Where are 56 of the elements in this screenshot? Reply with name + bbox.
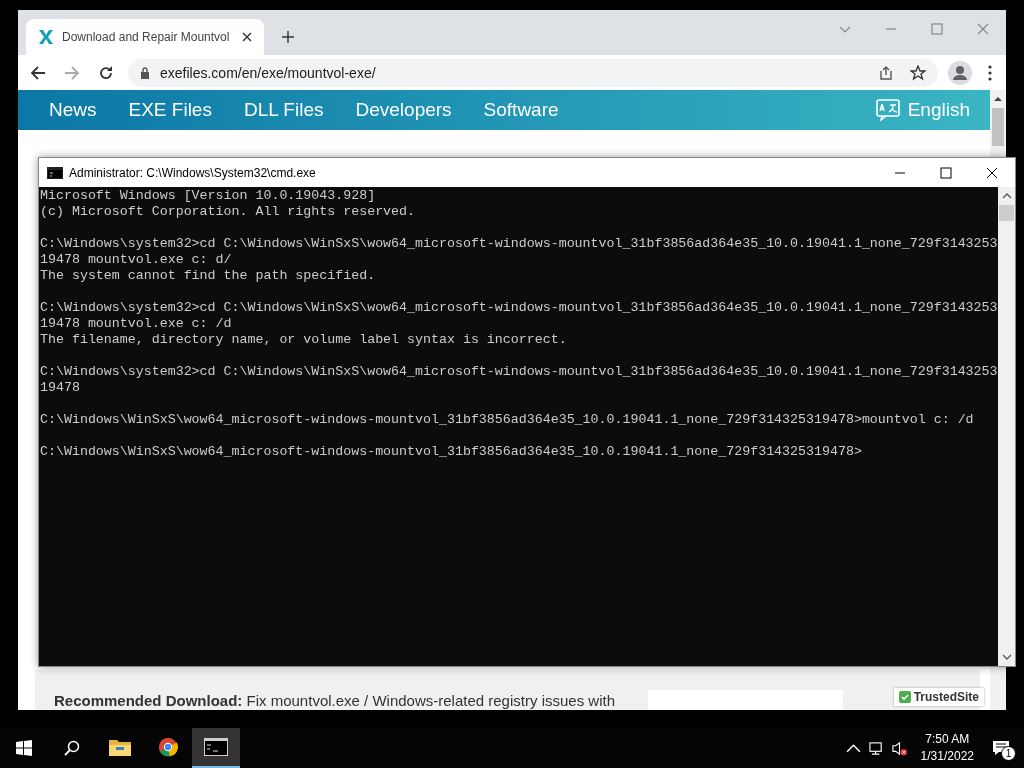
reload-icon[interactable] <box>98 64 114 81</box>
menu-icon[interactable] <box>988 64 992 81</box>
language-link[interactable]: English <box>907 99 970 121</box>
close-icon[interactable] <box>986 166 998 179</box>
scrollbar[interactable] <box>998 187 1015 666</box>
nav-link[interactable]: EXE Files <box>128 99 212 121</box>
console-line: C:\Windows\WinSxS\wow64_microsoft-windows-mountvol_31bf3856ad364e35_10.0.19041.1_none_729f314325319478> <box>40 444 863 460</box>
scroll-up-icon[interactable] <box>1001 193 1012 199</box>
nav-link[interactable]: Software <box>483 99 559 121</box>
console-line: (c) Microsoft Corporation. All rights reserved. <box>40 204 417 220</box>
console-line: C:\Windows\WinSxS\wow64_microsoft-windows-mountvol_31bf3856ad364e35_10.0.19041.1_none_729f314325319478>mountvol c: /d <box>40 412 975 428</box>
share-icon[interactable] <box>878 64 894 81</box>
back-icon[interactable] <box>30 64 46 81</box>
network-icon[interactable] <box>868 740 884 756</box>
console-icon <box>47 166 63 179</box>
scrollbar-thumb[interactable] <box>992 108 1004 146</box>
trust-badge[interactable]: TrustedSite <box>893 688 984 706</box>
console-line: C:\Windows\system32>cd C:\Windows\WinSxS\wow64_microsoft-windows-mountvol_31bf3856ad364e35_10.0.19041.1_none_729f3143253 <box>40 300 998 316</box>
browser-tab[interactable]: Download and Repair Mountvol <box>26 19 264 55</box>
console-icon <box>204 737 228 757</box>
new-tab-icon[interactable] <box>282 31 294 43</box>
console-line: 19478 <box>40 380 81 396</box>
maximize-icon[interactable] <box>940 166 952 179</box>
profile-icon[interactable] <box>948 60 972 85</box>
lock-icon <box>140 66 150 79</box>
clock-time[interactable]: 7:50 AM <box>925 731 970 748</box>
address-bar[interactable]: exefiles.com/en/exe/mountvol-exe/ <box>128 58 938 87</box>
scroll-down-icon[interactable] <box>1001 654 1012 660</box>
scrollbar-thumb[interactable] <box>999 205 1014 221</box>
close-icon[interactable] <box>242 32 252 42</box>
check-icon <box>898 691 911 703</box>
recommendation-text: Recommended Download: Fix mountvol.exe / Windows-related registry issues with <box>54 692 615 710</box>
console-line: C:\Windows\system32>cd C:\Windows\WinSxS\wow64_microsoft-windows-mountvol_31bf3856ad364e35_10.0.19041.1_none_729f3143253 <box>40 236 998 252</box>
volume-muted-icon[interactable] <box>891 740 907 756</box>
console-line: The system cannot find the path specified. <box>40 268 377 284</box>
browser-icon <box>156 737 180 757</box>
console-line: 19478 mountvol.exe c: d/ <box>40 252 233 268</box>
nav-link[interactable]: DLL Files <box>243 99 324 121</box>
console-line: The filename, directory name, or volume label syntax is incorrect. <box>40 332 568 348</box>
search-icon[interactable] <box>64 740 80 756</box>
window-title: Administrator: C:\Windows\System32\cmd.exe <box>69 165 316 180</box>
tab-title: Download and Repair Mountvol <box>62 30 231 44</box>
taskbar-app[interactable] <box>192 728 240 768</box>
console-line: Microsoft Windows [Version 10.0.19043.928] <box>40 188 377 204</box>
windows-start-icon[interactable] <box>16 740 32 756</box>
console-line: 19478 mountvol.exe c: /d <box>40 316 233 332</box>
console-line: C:\Windows\system32>cd C:\Windows\WinSxS\wow64_microsoft-windows-mountvol_31bf3856ad364e35_10.0.19041.1_none_729f3143253 <box>40 364 998 380</box>
clock-date[interactable]: 1/31/2022 <box>920 748 974 765</box>
nav-link[interactable]: News <box>49 99 97 121</box>
translate-icon[interactable] <box>875 99 900 121</box>
nav-link[interactable]: Developers <box>355 99 452 121</box>
star-icon[interactable] <box>910 64 926 81</box>
folder-icon <box>108 737 132 757</box>
site-logo-icon <box>38 29 54 45</box>
scroll-up-icon[interactable] <box>994 96 1002 102</box>
notification-count: 1 <box>1001 746 1016 761</box>
